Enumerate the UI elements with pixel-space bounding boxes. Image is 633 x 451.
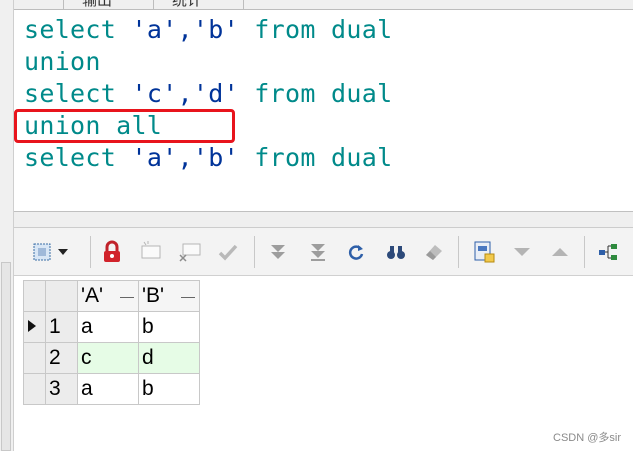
row-number: 3 [45, 373, 78, 405]
grid-corner-rownum [45, 280, 78, 312]
column-header-a[interactable]: 'A' [77, 280, 139, 312]
table-row[interactable]: 1 a b [23, 311, 200, 343]
post-checkmark-icon[interactable] [214, 238, 242, 266]
cell-b[interactable]: d [138, 342, 200, 374]
select-grid-icon[interactable] [28, 238, 56, 266]
tab-output[interactable]: 输出 [74, 0, 154, 9]
clear-eraser-icon[interactable] [420, 238, 448, 266]
row-indicator [23, 342, 46, 374]
row-indicator [23, 373, 46, 405]
code-line-3: select 'c','d' from dual [24, 79, 393, 108]
pane-splitter[interactable] [14, 212, 633, 228]
tab-sql[interactable] [14, 0, 64, 9]
highlight-box [14, 109, 235, 143]
tree-view-icon[interactable] [594, 238, 622, 266]
move-down-icon[interactable] [508, 238, 536, 266]
result-toolbar [14, 228, 633, 276]
table-row[interactable]: 2 c d [23, 342, 200, 374]
table-row[interactable]: 3 a b [23, 373, 200, 405]
find-icon[interactable] [382, 238, 410, 266]
lock-icon[interactable] [98, 238, 126, 266]
move-up-icon[interactable] [546, 238, 574, 266]
left-scrollbar[interactable] [1, 262, 11, 451]
cell-b[interactable]: b [138, 311, 200, 343]
cell-b[interactable]: b [138, 373, 200, 405]
delete-record-icon[interactable] [176, 238, 204, 266]
cell-a[interactable]: c [77, 342, 139, 374]
left-panel-strip [0, 0, 14, 451]
cell-a[interactable]: a [77, 311, 139, 343]
insert-record-icon[interactable] [138, 238, 166, 266]
fetch-next-icon[interactable] [264, 238, 292, 266]
column-header-b[interactable]: 'B' [138, 280, 200, 312]
dropdown-arrow-icon[interactable] [56, 238, 70, 266]
cell-a[interactable]: a [77, 373, 139, 405]
current-row-indicator-icon [23, 311, 46, 343]
tab-statistics[interactable]: 统计 [164, 0, 244, 9]
code-line-1: select 'a','b' from dual [24, 15, 393, 44]
code-line-5: select 'a','b' from dual [24, 143, 393, 172]
refresh-icon[interactable] [342, 238, 370, 266]
tab-strip: 输出 统计 [14, 0, 633, 10]
result-grid: 'A' 'B' 1 a b 2 c d 3 a b [23, 280, 200, 405]
export-icon[interactable] [470, 238, 498, 266]
grid-corner[interactable] [23, 280, 46, 312]
fetch-all-icon[interactable] [304, 238, 332, 266]
code-line-2: union [24, 47, 101, 76]
watermark: CSDN @多sir [553, 432, 621, 444]
row-number: 2 [45, 342, 78, 374]
result-grid-area: 'A' 'B' 1 a b 2 c d 3 a b CSDN @多sir [14, 276, 633, 451]
sql-editor[interactable]: select 'a','b' from dual union select 'c… [14, 10, 633, 212]
row-number: 1 [45, 311, 78, 343]
